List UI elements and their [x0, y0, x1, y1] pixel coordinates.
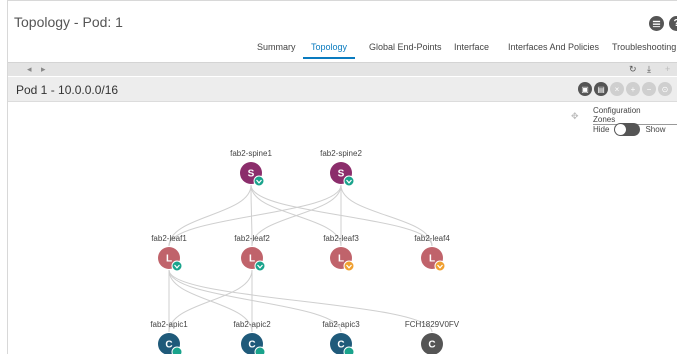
healthy-status-icon	[254, 346, 266, 354]
controller-type-letter: C	[428, 340, 435, 351]
leaf-type-letter: L	[249, 254, 255, 265]
healthy-status-icon	[343, 346, 355, 354]
leaf-node-1[interactable]: fab2-leaf1 L	[151, 234, 187, 272]
warning-status-icon	[434, 260, 446, 272]
controller-name-label: fab2-apic2	[233, 320, 271, 329]
controller-type-letter: C	[337, 340, 344, 351]
spine-type-letter: S	[248, 169, 255, 180]
controller-type-letter: C	[248, 340, 255, 351]
controller-name-label: FCH1829V0FV	[405, 320, 460, 329]
spine-name-label: fab2-spine1	[230, 149, 272, 158]
leaf-node-3[interactable]: fab2-leaf3 L	[323, 234, 359, 272]
warning-status-icon	[343, 260, 355, 272]
leaf-type-letter: L	[338, 254, 344, 265]
leaf-name-label: fab2-leaf4	[414, 234, 450, 243]
controller-node-2[interactable]: fab2-apic2 C	[233, 320, 271, 354]
spine-node-1[interactable]: fab2-spine1 S	[230, 149, 272, 187]
leaf-name-label: fab2-leaf3	[323, 234, 359, 243]
controller-node-1[interactable]: fab2-apic1 C	[150, 320, 188, 354]
leaf-type-letter: L	[166, 254, 172, 265]
topology-canvas: fab2-spine1 Sfab2-spine2 Sfab2-leaf1 Lfab2-…	[150, 149, 460, 354]
healthy-status-icon	[171, 346, 183, 354]
leaf-name-label: fab2-leaf2	[234, 234, 270, 243]
healthy-status-icon	[171, 260, 183, 272]
link-line	[168, 269, 433, 333]
topology-panel: Topology - Pod: 1 ? Summary Topology Glo…	[7, 0, 677, 354]
controller-node-4[interactable]: FCH1829V0FV C	[405, 320, 460, 354]
healthy-status-icon	[254, 260, 266, 272]
controller-name-label: fab2-apic3	[322, 320, 360, 329]
leaf-name-label: fab2-leaf1	[151, 234, 187, 243]
controller-type-letter: C	[165, 340, 172, 351]
controller-node-3[interactable]: fab2-apic3 C	[322, 320, 360, 354]
healthy-status-icon	[253, 175, 265, 187]
leaf-node-4[interactable]: fab2-leaf4 L	[414, 234, 450, 272]
leaf-node-2[interactable]: fab2-leaf2 L	[234, 234, 270, 272]
spine-node-2[interactable]: fab2-spine2 S	[320, 149, 362, 187]
leaf-type-letter: L	[429, 254, 435, 265]
spine-name-label: fab2-spine2	[320, 149, 362, 158]
healthy-status-icon	[343, 175, 355, 187]
spine-type-letter: S	[338, 169, 345, 180]
controller-name-label: fab2-apic1	[150, 320, 188, 329]
